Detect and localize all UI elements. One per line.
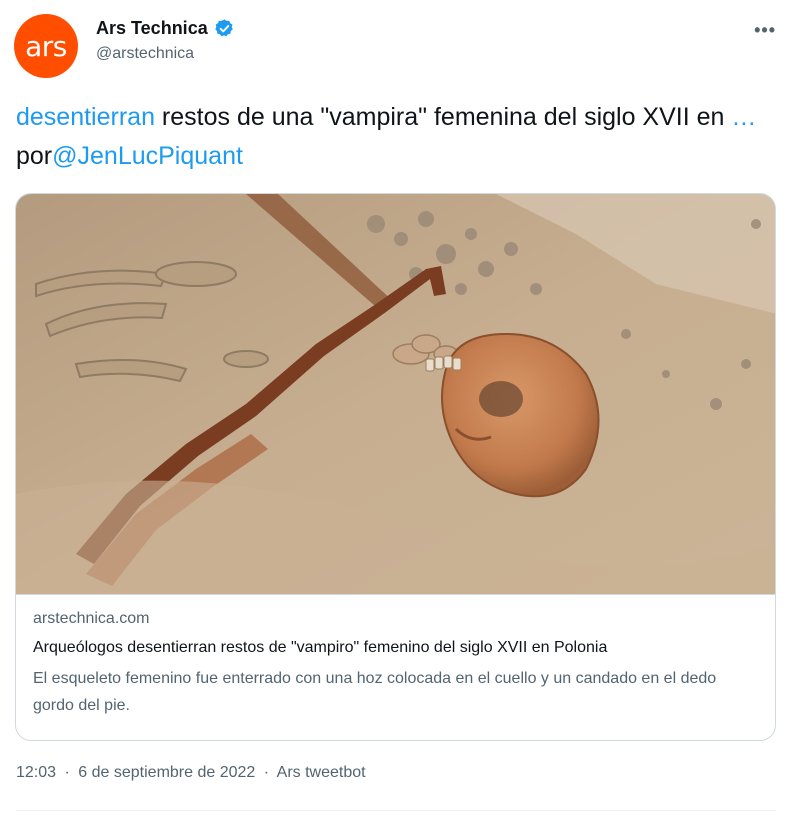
card-description: El esqueleto femenino fue enterrado con … bbox=[33, 670, 717, 714]
card-body: arstechnica.com Arqueólogos desentierran… bbox=[16, 594, 775, 740]
show-more-link[interactable]: … bbox=[731, 103, 756, 131]
meta-separator: · bbox=[263, 764, 270, 781]
avatar[interactable]: ars bbox=[14, 14, 78, 78]
avatar-logo-text: ars bbox=[25, 29, 67, 63]
tweet-meta: 12:03 · 6 de septiembre de 2022 · Ars tw… bbox=[16, 764, 370, 782]
tweet-time[interactable]: 12:03 bbox=[16, 764, 56, 781]
tweet-text-por: por bbox=[16, 142, 53, 170]
tweet: ars Ars Technica @arstechnica ••• desent… bbox=[0, 0, 800, 820]
link-card[interactable]: arstechnica.com Arqueólogos desentierran… bbox=[15, 193, 776, 741]
tweet-text: desentierran restos de una "vampira" fem… bbox=[16, 98, 776, 176]
card-image bbox=[16, 194, 775, 594]
display-name[interactable]: Ars Technica bbox=[96, 18, 208, 39]
verified-badge-icon bbox=[215, 19, 233, 37]
divider bbox=[16, 810, 776, 811]
hashtag-link[interactable]: desentierran bbox=[16, 103, 155, 131]
mention-link[interactable]: @JenLucPiquant bbox=[52, 142, 243, 170]
tweet-text-body: restos de una "vampira" femenina del sig… bbox=[154, 103, 732, 131]
handle[interactable]: @arstechnica bbox=[96, 45, 235, 63]
card-domain: arstechnica.com bbox=[33, 610, 150, 627]
author-block: Ars Technica @arstechnica bbox=[96, 18, 235, 63]
name-row: Ars Technica bbox=[96, 18, 235, 39]
tweet-source[interactable]: Ars tweetbot bbox=[277, 764, 366, 781]
meta-separator: · bbox=[64, 764, 70, 781]
tweet-date[interactable]: 6 de septiembre de 2022 bbox=[78, 764, 255, 781]
card-title: Arqueólogos desentierran restos de "vamp… bbox=[33, 639, 608, 656]
more-options-icon[interactable]: ••• bbox=[754, 20, 776, 41]
